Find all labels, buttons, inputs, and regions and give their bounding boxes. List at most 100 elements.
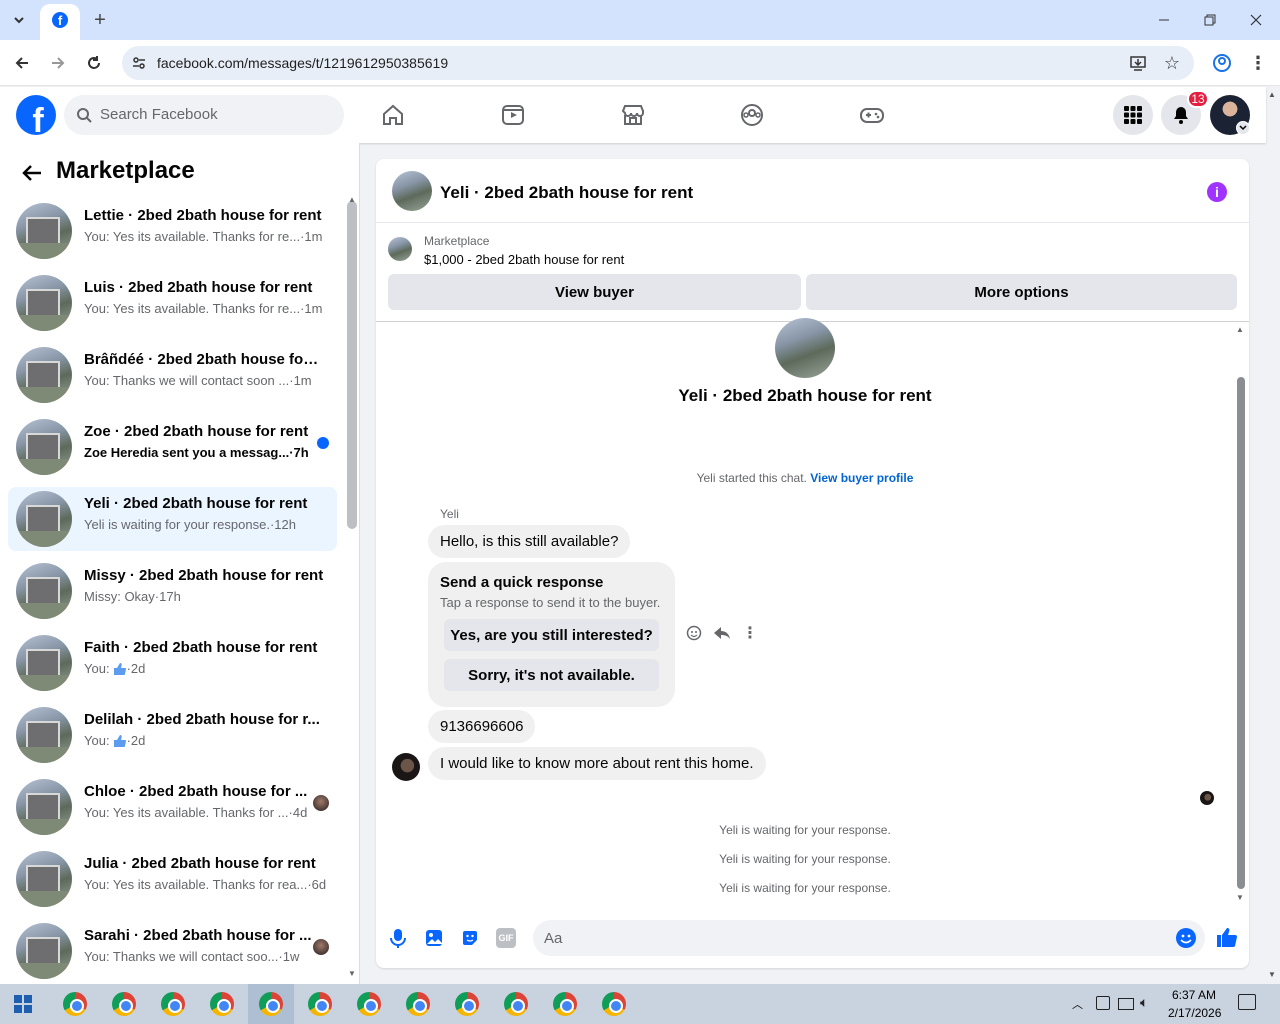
thread-item[interactable]: Luis · 2bed 2bath house for rent You: Yes…: [8, 271, 337, 335]
waiting-notice: Yeli is waiting for your response.: [719, 823, 891, 837]
tray-device-icon[interactable]: [1096, 996, 1110, 1010]
thread-avatar: [16, 923, 72, 979]
new-tab-icon[interactable]: +: [88, 8, 112, 32]
thread-list-scrollbar[interactable]: [347, 201, 357, 529]
listing-summary[interactable]: $1,000 - 2bed 2bath house for rent: [424, 252, 624, 267]
thread-preview: You: Yes its available. Thanks for re...…: [84, 229, 322, 244]
gaming-icon[interactable]: [854, 97, 890, 133]
scroll-up-icon[interactable]: ▲: [348, 195, 356, 204]
chat-scrollbar[interactable]: [1237, 377, 1245, 889]
windows-start-icon[interactable]: [14, 995, 32, 1013]
message-bubble[interactable]: 9136696606: [428, 710, 536, 743]
like-thumbs-up-icon[interactable]: [1215, 925, 1239, 949]
clock-time[interactable]: 6:37 AM: [1172, 988, 1216, 1002]
thread-item[interactable]: Yeli · 2bed 2bath house for rent Yeli is …: [8, 487, 337, 551]
thread-avatar: [16, 347, 72, 403]
reload-icon[interactable]: [82, 51, 106, 75]
browser-menu-icon[interactable]: ⋮: [1246, 51, 1270, 75]
taskbar-chrome-icon[interactable]: [357, 992, 381, 1016]
taskbar-chrome-icon[interactable]: [259, 992, 283, 1016]
taskbar-chrome-icon[interactable]: [63, 992, 87, 1016]
thread-title: Zoe · 2bed 2bath house for rent: [84, 423, 309, 440]
sender-avatar[interactable]: [392, 753, 420, 781]
quick-response-yes-button[interactable]: Yes, are you still interested?: [444, 619, 659, 651]
sticker-icon[interactable]: [460, 928, 480, 948]
taskbar-chrome-icon[interactable]: [210, 992, 234, 1016]
account-chevron-down-icon[interactable]: [1236, 121, 1250, 135]
profile-icon[interactable]: [1210, 51, 1234, 75]
thread-item[interactable]: Missy · 2bed 2bath house for rent Missy: …: [8, 559, 337, 623]
page-scroll-down-icon[interactable]: ▼: [1268, 970, 1276, 979]
thread-avatar: [16, 779, 72, 835]
thread-item[interactable]: Zoe · 2bed 2bath house for rent Zoe Hered…: [8, 415, 337, 479]
thread-item[interactable]: Julia · 2bed 2bath house for rent You: Ye…: [8, 847, 337, 911]
message-bubble[interactable]: I would like to know more about rent thi…: [428, 747, 766, 780]
network-icon[interactable]: [1118, 998, 1134, 1010]
taskbar-chrome-icon[interactable]: [504, 992, 528, 1016]
gif-icon[interactable]: GIF: [496, 928, 516, 948]
address-bar[interactable]: facebook.com/messages/t/1219612950385619…: [122, 46, 1194, 80]
taskbar-chrome-icon[interactable]: [455, 992, 479, 1016]
volume-icon[interactable]: 🔈︎: [1140, 994, 1148, 1011]
search-box[interactable]: Search Facebook: [64, 95, 344, 135]
chat-title[interactable]: Yeli · 2bed 2bath house for rent: [440, 183, 693, 203]
install-app-icon[interactable]: [1128, 53, 1148, 73]
thread-item[interactable]: Lettie · 2bed 2bath house for rent You: Y…: [8, 199, 337, 263]
thread-time: ·17h: [154, 589, 181, 604]
more-actions-icon[interactable]: ⋮: [741, 624, 759, 642]
taskbar-chrome-icon[interactable]: [602, 992, 626, 1016]
thread-preview-text: You: Yes its available. Thanks for re...: [84, 229, 301, 244]
close-window-icon[interactable]: [1244, 8, 1268, 32]
back-icon[interactable]: [10, 51, 34, 75]
message-bubble[interactable]: Hello, is this still available?: [428, 525, 631, 558]
tab-search-icon[interactable]: [8, 9, 30, 31]
view-buyer-button[interactable]: View buyer: [388, 274, 801, 310]
thread-item[interactable]: Brâñdéé · 2bed 2bath house for ... You: T…: [8, 343, 337, 407]
taskbar-chrome-icon[interactable]: [553, 992, 577, 1016]
video-icon[interactable]: [495, 97, 531, 133]
view-buyer-profile-link[interactable]: View buyer profile: [810, 471, 913, 485]
taskbar-chrome-icon[interactable]: [308, 992, 332, 1016]
quick-response-subtitle: Tap a response to send it to the buyer.: [440, 595, 661, 610]
taskbar-chrome-icon[interactable]: [112, 992, 136, 1016]
tray-chevron-up-icon[interactable]: ︿: [1072, 996, 1083, 1012]
message-input[interactable]: Aa: [533, 920, 1205, 956]
search-icon: [76, 107, 92, 123]
restore-icon[interactable]: [1198, 8, 1222, 32]
action-center-icon[interactable]: [1238, 994, 1256, 1010]
taskbar-chrome-icon[interactable]: [161, 992, 185, 1016]
forward-icon[interactable]: [46, 51, 70, 75]
home-icon[interactable]: [375, 97, 411, 133]
scroll-down-icon[interactable]: ▼: [348, 969, 356, 978]
emoji-icon[interactable]: [1176, 928, 1196, 948]
clock-date[interactable]: 2/17/2026: [1168, 1006, 1221, 1020]
thread-item[interactable]: Sarahi · 2bed 2bath house for ... You: Th…: [8, 919, 337, 983]
thread-item[interactable]: Delilah · 2bed 2bath house for r... You: ·…: [8, 703, 337, 767]
page-scroll-up-icon[interactable]: ▲: [1268, 90, 1276, 99]
facebook-logo-icon[interactable]: f: [16, 95, 56, 135]
back-arrow-icon[interactable]: [18, 159, 46, 187]
thread-item[interactable]: Faith · 2bed 2bath house for rent You: ·2d: [8, 631, 337, 695]
react-smiley-icon[interactable]: [685, 624, 703, 642]
tab-facebook[interactable]: f: [40, 4, 80, 40]
thread-preview-text: You: Thanks we will contact soo...: [84, 949, 279, 964]
reply-icon[interactable]: [713, 624, 731, 642]
menu-grid-icon[interactable]: [1113, 95, 1153, 135]
chat-scroll-up-icon[interactable]: ▲: [1236, 325, 1244, 334]
quick-response-no-button[interactable]: Sorry, it's not available.: [444, 659, 659, 691]
microphone-icon[interactable]: [388, 928, 408, 948]
bookmark-star-icon[interactable]: ☆: [1162, 53, 1182, 73]
minimize-icon[interactable]: [1152, 8, 1176, 32]
thumbs-up-icon: [113, 734, 127, 747]
groups-icon[interactable]: [734, 97, 770, 133]
taskbar-chrome-icon[interactable]: [406, 992, 430, 1016]
more-options-button[interactable]: More options: [806, 274, 1237, 310]
chat-avatar[interactable]: [392, 171, 432, 211]
thread-item[interactable]: Chloe · 2bed 2bath house for ... You: Yes…: [8, 775, 337, 839]
photo-icon[interactable]: [424, 928, 444, 948]
marketplace-icon[interactable]: [615, 97, 651, 133]
info-icon[interactable]: i: [1207, 182, 1227, 202]
chat-scroll-down-icon[interactable]: ▼: [1236, 893, 1244, 902]
thread-avatar: [16, 563, 72, 619]
site-info-icon[interactable]: [130, 54, 148, 72]
